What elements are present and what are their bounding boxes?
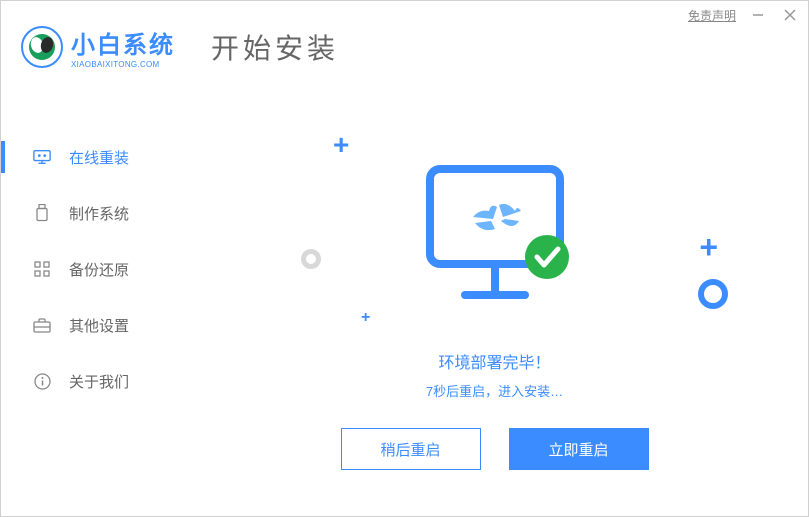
sidebar-item-about[interactable]: 关于我们 — [1, 353, 181, 409]
sidebar-item-label: 备份还原 — [69, 259, 129, 280]
page-title: 开始安装 — [211, 27, 339, 67]
decoration-circle-icon — [698, 279, 728, 309]
minimize-icon — [752, 9, 764, 21]
illustration-area: + + + — [181, 119, 808, 339]
decoration-plus-icon: + — [361, 309, 370, 327]
header: 小白系统 XIAOBAIXITONG.COM 开始安装 — [21, 25, 808, 69]
logo: 小白系统 XIAOBAIXITONG.COM — [21, 25, 175, 69]
sidebar-item-settings[interactable]: 其他设置 — [1, 297, 181, 353]
restart-now-button[interactable]: 立即重启 — [509, 428, 649, 470]
status-countdown: 7秒后重启，进入安装… — [181, 381, 808, 400]
content: 在线重装 制作系统 备份还原 其他设置 — [1, 29, 808, 516]
close-button[interactable] — [780, 5, 800, 25]
sidebar-item-label: 关于我们 — [69, 371, 129, 392]
app-window: 免责声明 小白系统 XIAOBAIXITONG.COM 开始安装 — [0, 0, 809, 517]
sidebar-item-backup[interactable]: 备份还原 — [1, 241, 181, 297]
monitor-illustration — [410, 149, 580, 324]
info-icon — [33, 372, 51, 390]
logo-text: 小白系统 XIAOBAIXITONG.COM — [71, 25, 175, 69]
sidebar: 在线重装 制作系统 备份还原 其他设置 — [1, 29, 181, 516]
decoration-circle-icon — [301, 249, 321, 269]
logo-title: 小白系统 — [71, 25, 175, 60]
sidebar-item-label: 其他设置 — [69, 315, 129, 336]
disclaimer-link[interactable]: 免责声明 — [688, 7, 736, 24]
sidebar-item-reinstall[interactable]: 在线重装 — [1, 129, 181, 185]
main-content: + + + — [181, 29, 808, 516]
minimize-button[interactable] — [748, 5, 768, 25]
logo-subtitle: XIAOBAIXITONG.COM — [71, 60, 175, 69]
status-text: 环境部署完毕！ 7秒后重启，进入安装… — [181, 349, 808, 400]
decoration-plus-icon: + — [333, 129, 349, 161]
briefcase-icon — [33, 316, 51, 334]
button-row: 稍后重启 立即重启 — [181, 428, 808, 470]
sidebar-item-build[interactable]: 制作系统 — [1, 185, 181, 241]
decoration-plus-icon: + — [699, 229, 718, 266]
sidebar-item-label: 制作系统 — [69, 203, 129, 224]
logo-icon — [21, 26, 63, 68]
status-main: 环境部署完毕！ — [181, 349, 808, 373]
grid-icon — [33, 260, 51, 278]
usb-icon — [33, 204, 51, 222]
close-icon — [784, 9, 796, 21]
restart-later-button[interactable]: 稍后重启 — [341, 428, 481, 470]
monitor-icon — [33, 148, 51, 166]
sidebar-item-label: 在线重装 — [69, 147, 129, 168]
